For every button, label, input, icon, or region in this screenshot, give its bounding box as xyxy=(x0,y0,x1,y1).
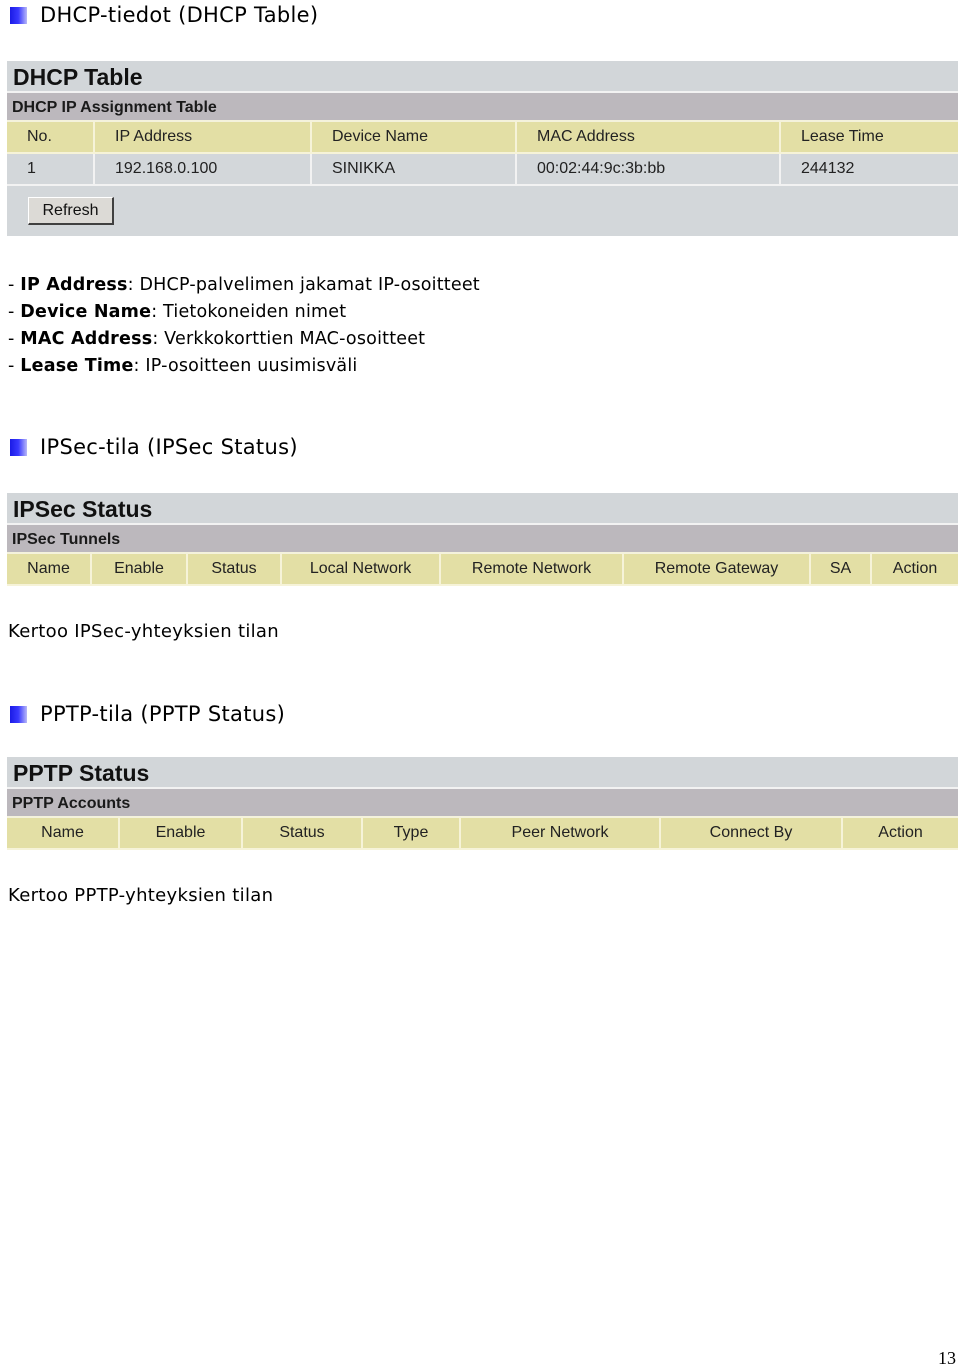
pptp-header-row: Name Enable Status Type Peer Network Con… xyxy=(7,818,958,850)
description-item: - Device Name: Tietokoneiden nimet xyxy=(8,302,347,322)
column-header-peer-network: Peer Network xyxy=(460,818,661,850)
column-header-type: Type xyxy=(362,818,461,850)
description-text: DHCP-palvelimen jakamat IP-osoitteet xyxy=(139,275,480,295)
description-term: Lease Time xyxy=(20,356,134,376)
column-header-enable: Enable xyxy=(91,554,188,586)
ipsec-panel-subtitle: IPSec Tunnels xyxy=(7,525,958,554)
column-header-action: Action xyxy=(871,554,958,586)
column-header-lease-time: Lease Time xyxy=(780,122,958,154)
cell-lease-time: 244132 xyxy=(780,153,958,186)
description-text: IP-osoitteen uusimisväli xyxy=(145,356,358,376)
ipsec-section-heading: IPSec-tila (IPSec Status) xyxy=(10,435,298,459)
ipsec-tunnels-table: Name Enable Status Local Network Remote … xyxy=(7,554,958,586)
column-header-connect-by: Connect By xyxy=(660,818,843,850)
column-header-remote-gateway: Remote Gateway xyxy=(623,554,811,586)
square-bullet-icon xyxy=(10,6,27,24)
description-text: Tietokoneiden nimet xyxy=(163,302,347,322)
pptp-accounts-table: Name Enable Status Type Peer Network Con… xyxy=(7,818,958,850)
dhcp-section-heading: DHCP-tiedot (DHCP Table) xyxy=(10,3,318,27)
column-header-local-network: Local Network xyxy=(281,554,441,586)
ipsec-panel-title: IPSec Status xyxy=(7,493,958,525)
ipsec-heading-text: IPSec-tila (IPSec Status) xyxy=(40,435,298,459)
dhcp-panel-subtitle: DHCP IP Assignment Table xyxy=(7,93,958,122)
column-header-enable: Enable xyxy=(119,818,243,850)
description-term: Device Name xyxy=(20,302,152,322)
column-header-status: Status xyxy=(242,818,363,850)
column-header-no: No. xyxy=(7,122,95,154)
square-bullet-icon xyxy=(10,705,27,723)
column-header-status: Status xyxy=(187,554,282,586)
description-item: - MAC Address: Verkkokorttien MAC-osoitt… xyxy=(8,329,426,349)
dhcp-assignment-table: No. IP Address Device Name MAC Address L… xyxy=(7,122,958,186)
ipsec-header-row: Name Enable Status Local Network Remote … xyxy=(7,554,958,586)
pptp-heading-text: PPTP-tila (PPTP Status) xyxy=(40,702,286,726)
refresh-button[interactable]: Refresh xyxy=(28,197,114,225)
dhcp-table-panel: DHCP Table DHCP IP Assignment Table No. … xyxy=(7,61,958,236)
column-header-action: Action xyxy=(842,818,958,850)
description-item: - Lease Time: IP-osoitteen uusimisväli xyxy=(8,356,358,376)
column-header-remote-network: Remote Network xyxy=(440,554,624,586)
pptp-section-heading: PPTP-tila (PPTP Status) xyxy=(10,702,285,726)
page-number: 13 xyxy=(938,1348,956,1368)
ipsec-description: Kertoo IPSec-yhteyksien tilan xyxy=(8,621,279,642)
description-item: - IP Address: DHCP-palvelimen jakamat IP… xyxy=(8,275,480,295)
column-header-mac-address: MAC Address xyxy=(516,122,781,154)
ipsec-status-panel: IPSec Status IPSec Tunnels Name Enable S… xyxy=(7,493,958,586)
dhcp-field-descriptions: - IP Address: DHCP-palvelimen jakamat IP… xyxy=(8,272,480,380)
description-term: IP Address xyxy=(20,275,128,295)
square-bullet-icon xyxy=(10,438,27,456)
cell-mac-address: 00:02:44:9c:3b:bb xyxy=(516,153,781,186)
column-header-name: Name xyxy=(7,554,92,586)
column-header-sa: SA xyxy=(810,554,872,586)
pptp-status-panel: PPTP Status PPTP Accounts Name Enable St… xyxy=(7,757,958,850)
column-header-name: Name xyxy=(7,818,120,850)
description-text: Verkkokorttien MAC-osoitteet xyxy=(164,329,426,349)
dhcp-button-row: Refresh xyxy=(7,186,958,236)
dhcp-heading-text: DHCP-tiedot (DHCP Table) xyxy=(40,3,319,27)
column-header-device-name: Device Name xyxy=(311,122,517,154)
pptp-panel-title: PPTP Status xyxy=(7,757,958,789)
dhcp-panel-title: DHCP Table xyxy=(7,61,958,93)
description-term: MAC Address xyxy=(20,329,153,349)
cell-device-name: SINIKKA xyxy=(311,153,517,186)
dhcp-header-row: No. IP Address Device Name MAC Address L… xyxy=(7,122,958,154)
cell-ip-address: 192.168.0.100 xyxy=(94,153,312,186)
column-header-ip-address: IP Address xyxy=(94,122,312,154)
cell-no: 1 xyxy=(7,153,95,186)
table-row: 1 192.168.0.100 SINIKKA 00:02:44:9c:3b:b… xyxy=(7,153,958,186)
pptp-panel-subtitle: PPTP Accounts xyxy=(7,789,958,818)
pptp-description: Kertoo PPTP-yhteyksien tilan xyxy=(8,885,274,906)
